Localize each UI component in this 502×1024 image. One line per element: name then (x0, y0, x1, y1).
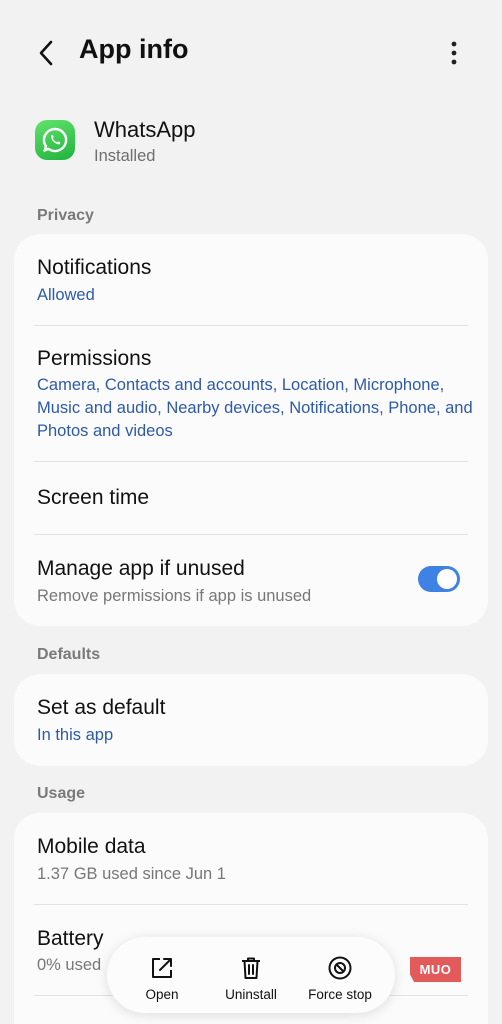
battery-value: 0% used (37, 956, 102, 974)
set-as-default-title: Set as default (37, 696, 166, 719)
app-install-status: Installed (94, 147, 156, 165)
permissions-title: Permissions (37, 347, 152, 370)
section-label-usage: Usage (37, 785, 86, 802)
notifications-title: Notifications (37, 256, 152, 279)
stop-circle-icon (328, 956, 352, 980)
manage-unused-title: Manage app if unused (37, 557, 245, 580)
uninstall-label: Uninstall (225, 987, 277, 1002)
manage-unused-toggle[interactable] (418, 566, 460, 592)
permissions-list: Camera, Contacts and accounts, Location,… (37, 376, 473, 440)
manage-unused-item[interactable]: Manage app if unused Remove permissions … (14, 535, 488, 626)
toggle-knob (437, 569, 457, 589)
chevron-left-icon (39, 40, 53, 66)
screen-time-title: Screen time (37, 486, 150, 509)
force-stop-label: Force stop (308, 987, 372, 1002)
more-vertical-icon (451, 41, 457, 65)
app-name: WhatsApp (94, 117, 196, 142)
privacy-card: Notifications Allowed Permissions Camera… (14, 234, 488, 626)
uninstall-button[interactable]: Uninstall (206, 937, 296, 1013)
notifications-status: Allowed (37, 286, 95, 304)
screen-time-item[interactable]: Screen time (14, 462, 488, 534)
mobile-data-item[interactable]: Mobile data 1.37 GB used since Jun 1 (14, 813, 488, 904)
section-label-defaults: Defaults (37, 646, 101, 663)
mobile-data-title: Mobile data (37, 835, 146, 858)
battery-title: Battery (37, 927, 104, 950)
set-as-default-item[interactable]: Set as default In this app (14, 674, 488, 766)
whatsapp-icon (35, 120, 75, 160)
more-options-button[interactable] (440, 36, 468, 70)
mobile-data-value: 1.37 GB used since Jun 1 (37, 865, 226, 883)
section-label-privacy: Privacy (37, 207, 94, 224)
manage-unused-subtitle: Remove permissions if app is unused (37, 587, 312, 605)
force-stop-button[interactable]: Force stop (295, 937, 385, 1013)
trash-icon (242, 957, 260, 979)
back-button[interactable] (30, 36, 62, 70)
permissions-item[interactable]: Permissions Camera, Contacts and account… (14, 326, 488, 462)
set-as-default-value: In this app (37, 726, 114, 744)
open-button[interactable]: Open (117, 937, 207, 1013)
notifications-item[interactable]: Notifications Allowed (14, 234, 488, 326)
open-external-icon (152, 958, 172, 978)
open-label: Open (145, 987, 179, 1002)
bottom-action-bar: Open Uninstall Force stop (107, 937, 395, 1013)
app-summary: WhatsApp Installed (0, 112, 502, 172)
app-bar: App info (0, 0, 502, 106)
muo-watermark: MUO (410, 957, 461, 982)
defaults-card: Set as default In this app (14, 674, 488, 766)
page-title: App info (79, 34, 189, 64)
